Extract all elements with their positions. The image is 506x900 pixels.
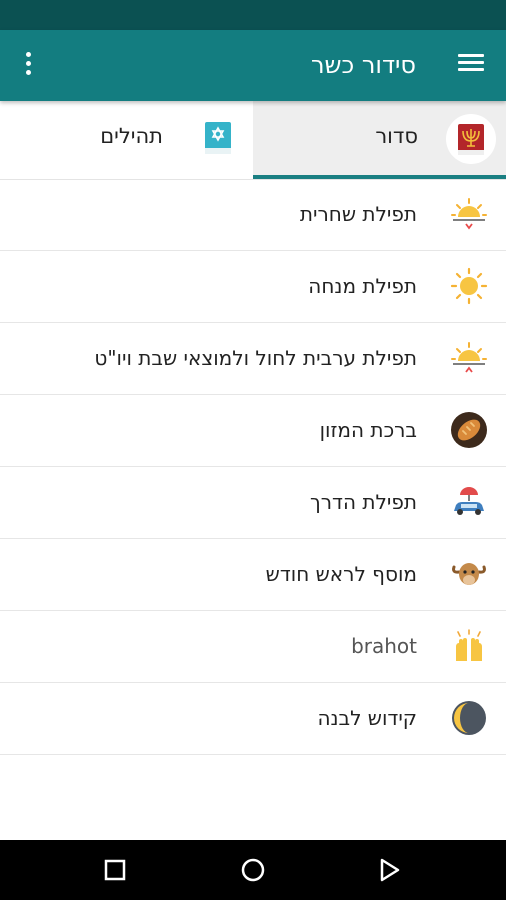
list-item[interactable]: תפילת הדרך xyxy=(0,467,506,539)
sun-icon xyxy=(450,267,488,305)
list-item[interactable]: ברכת המזון xyxy=(0,395,506,467)
sunrise-icon xyxy=(451,198,487,230)
list-item-label: מוסף לראש חודש xyxy=(265,562,417,586)
list-item-label: תפילת ערבית לחול ולמוצאי שבת ויו"ט xyxy=(94,346,417,370)
list-item-label: ברכת המזון xyxy=(319,418,417,442)
menorah-book-icon xyxy=(446,114,496,164)
app-title: סידור כשר xyxy=(311,51,416,79)
tab-siddur-label: סדור xyxy=(375,124,418,148)
app-bar: סידור כשר xyxy=(0,30,506,101)
car-umbrella-icon xyxy=(454,487,484,515)
bread-icon xyxy=(451,412,487,448)
list-item-label: brahot xyxy=(351,634,417,658)
list-item[interactable]: מוסף לראש חודש xyxy=(0,539,506,611)
recents-icon[interactable] xyxy=(100,855,130,885)
tab-tehillim-label: תהילים xyxy=(100,124,163,148)
list-item[interactable]: brahot xyxy=(0,611,506,683)
overflow-menu-icon[interactable] xyxy=(18,52,38,80)
home-icon[interactable] xyxy=(238,855,268,885)
tab-siddur[interactable]: סדור xyxy=(253,101,506,179)
list-item[interactable]: תפילת שחרית xyxy=(0,179,506,251)
list-item-label: קידוש לבנה xyxy=(317,706,417,730)
list-item-label: תפילת מנחה xyxy=(308,274,417,298)
list-item[interactable]: תפילת ערבית לחול ולמוצאי שבת ויו"ט xyxy=(0,323,506,395)
system-nav-bar xyxy=(0,840,506,900)
list-item[interactable]: קידוש לבנה xyxy=(0,683,506,755)
list-item[interactable]: תפילת מנחה xyxy=(0,251,506,323)
tab-tehillim[interactable]: תהילים xyxy=(0,101,253,179)
star-of-david-book-icon xyxy=(205,122,231,154)
prayer-list: תפילת שחרית תפילת מנחה תפילת ערבית לחול … xyxy=(0,179,506,755)
sunset-icon xyxy=(451,342,487,373)
status-bar xyxy=(0,0,506,30)
tab-bar: תהילים סדור xyxy=(0,101,506,180)
moon-icon xyxy=(452,701,486,735)
list-item-label: תפילת הדרך xyxy=(310,490,417,514)
hamburger-menu-icon[interactable] xyxy=(458,54,484,76)
ram-icon xyxy=(452,563,486,585)
raised-hands-icon xyxy=(456,629,482,661)
back-icon[interactable] xyxy=(374,855,404,885)
list-item-label: תפילת שחרית xyxy=(299,202,417,226)
